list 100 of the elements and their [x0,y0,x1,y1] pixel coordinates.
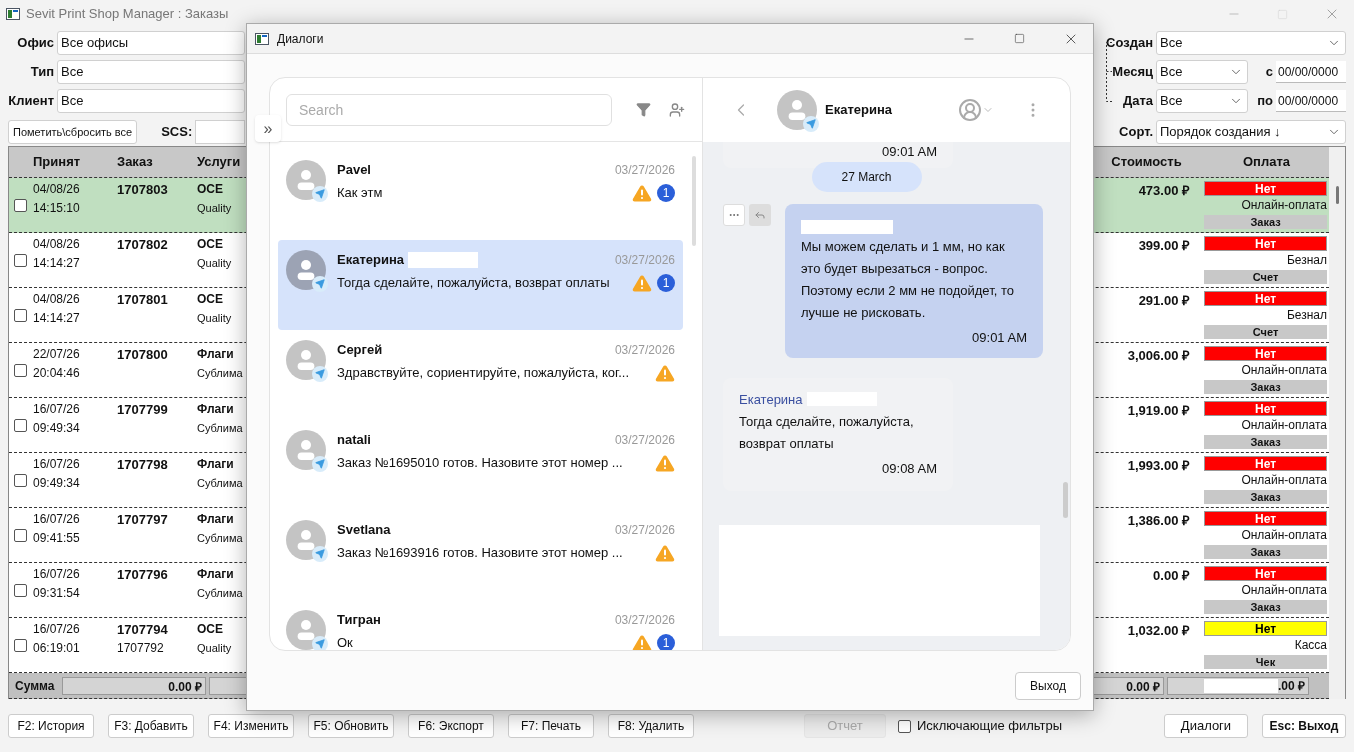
table-cell-text: Quality [197,201,233,216]
function-button[interactable]: F6: Экспорт [408,714,494,738]
exit-button[interactable]: Esc: Выход [1262,714,1346,738]
conversation-item[interactable]: Pavel 03/27/2026 Как этм 1 [278,150,683,240]
conversation-item[interactable]: Тигран 03/27/2026 Ок 1 [278,600,683,650]
function-button[interactable]: F8: Удалить [608,714,694,738]
table-cell-text: Онлайн-оплата [1240,582,1327,599]
sum-field: .00 ₽ [1167,676,1309,695]
filter-field[interactable]: Все [57,60,245,84]
function-button[interactable]: F2: История [8,714,94,738]
function-button[interactable]: F4: Изменить [208,714,294,738]
table-cell-text: 09:31:54 [33,585,81,602]
table-cell: 1,032.00 ₽ [1127,623,1190,638]
telegram-badge-icon [312,456,328,472]
table-cell-text: Quality [197,311,233,326]
contact-name: Тигран [337,611,381,630]
date-dropdown[interactable]: Все [1156,89,1248,113]
more-button[interactable] [723,204,745,226]
conversation-item[interactable]: Svetlana 03/27/2026 Заказ №1693916 готов. Назовите этот номер ... [278,510,683,600]
table-cell-text: 04/08/26 [33,291,81,308]
row-checkbox[interactable] [13,363,27,377]
table-cell-text: 09:49:34 [33,475,81,492]
scrollbar-thumb[interactable] [692,156,696,246]
payment-status: Нет [1204,401,1327,416]
warning-icon [632,184,652,202]
row-checkbox[interactable] [13,308,27,322]
row-checkbox[interactable] [13,198,27,212]
filter-checkbox[interactable] [898,719,911,733]
conversation-date: 03/27/2026 [614,612,675,629]
add-user-icon[interactable] [669,101,685,118]
dialogs-button[interactable]: Диалоги [1164,714,1248,738]
exit-button[interactable]: Выход [1015,672,1081,700]
scrollbar-thumb[interactable] [1335,186,1339,204]
filter-label: Создан [1105,34,1154,53]
filter-field[interactable]: Все офисы [57,31,245,55]
table-cell-text: 16/07/26 [33,621,81,638]
conversation-item[interactable]: Сергей 03/27/2026 Здравствуйте, сориентируйте, пожалуйста, ког... [278,330,683,420]
row-checkbox[interactable] [13,638,27,652]
telegram-badge-icon [312,186,328,202]
scrollbar-track[interactable] [1329,147,1345,699]
table-cell-text: 22/07/26 [33,346,81,363]
column-header: Оплата [1241,153,1292,172]
warning-icon [655,544,675,562]
mark-all-button[interactable]: Пометить\сбросить все [8,120,138,144]
scs-field[interactable] [195,120,245,144]
sort-dropdown[interactable]: Порядок создания ↓ [1156,120,1346,144]
created-dropdown[interactable]: Все [1156,31,1346,55]
table-cell-text: 1707803 [117,181,169,199]
month-dropdown[interactable]: Все [1156,60,1248,84]
sum-field: 0.00 ₽ [62,676,206,695]
conversation-date: 03/27/2026 [614,522,675,539]
function-button[interactable]: F7: Печать [508,714,594,738]
row-checkbox[interactable] [13,253,27,267]
table-cell-text: Флаги [197,401,235,418]
table-cell-text: 14:14:27 [33,255,81,272]
table-cell-text: Сублима [197,531,244,546]
date-field[interactable]: 00/00/0000 [1276,61,1346,83]
redaction [408,252,479,268]
date-field[interactable]: 00/00/0000 [1276,90,1346,112]
table-cell: 291.00 ₽ [1138,293,1190,308]
warning-icon [632,274,652,292]
document-tag: Заказ [1204,215,1327,229]
payment-status: Нет [1204,236,1327,251]
payment-status: Нет [1204,181,1327,196]
document-tag: Заказ [1204,600,1327,614]
table-cell-text: Безнал [1285,307,1327,324]
dialog-title: Диалоги [277,30,324,48]
filter-field[interactable]: Все [57,89,245,113]
reply-button[interactable] [749,204,771,226]
expand-button[interactable]: » [255,115,281,142]
table-cell-text: Quality [197,641,233,656]
conversation-date: 03/27/2026 [614,252,675,269]
document-tag: Заказ [1204,490,1327,504]
chat-title: Екатерина [825,101,893,120]
document-tag: Заказ [1204,380,1327,394]
table-cell: 1,919.00 ₽ [1127,403,1190,418]
table-cell-text: 1707802 [117,236,169,254]
scrollbar-thumb[interactable] [1063,482,1068,518]
maximize-icon[interactable] [1014,33,1025,44]
function-button[interactable]: F5: Обновить [308,714,394,738]
contact-name: natali [337,431,371,450]
row-checkbox[interactable] [13,583,27,597]
table-cell-text: Онлайн-оплата [1240,417,1327,434]
row-checkbox[interactable] [13,473,27,487]
function-button[interactable]: F3: Добавить [108,714,194,738]
search-field[interactable]: Search [286,93,612,126]
conversation-item[interactable]: Екатерина 03/27/2026 Тогда сделайте, пожалуйста, возврат оплаты 1 [278,240,683,330]
table-cell-text: Касса [1293,637,1327,654]
conversation-item[interactable]: natali 03/27/2026 Заказ №1695010 готов. Назовите этот номер ... [278,420,683,510]
conversation-date: 03/27/2026 [614,162,675,179]
row-checkbox[interactable] [13,528,27,542]
filter-label: Месяц [1111,63,1154,82]
filter-icon[interactable] [636,102,651,117]
warning-icon [655,454,675,472]
telegram-badge-icon [312,366,328,382]
scs-label: SCS: [161,123,193,142]
user-icon[interactable] [958,98,982,122]
row-checkbox[interactable] [13,418,27,432]
table-cell-text: OCE [197,621,224,638]
filter-label: с [1265,63,1274,82]
